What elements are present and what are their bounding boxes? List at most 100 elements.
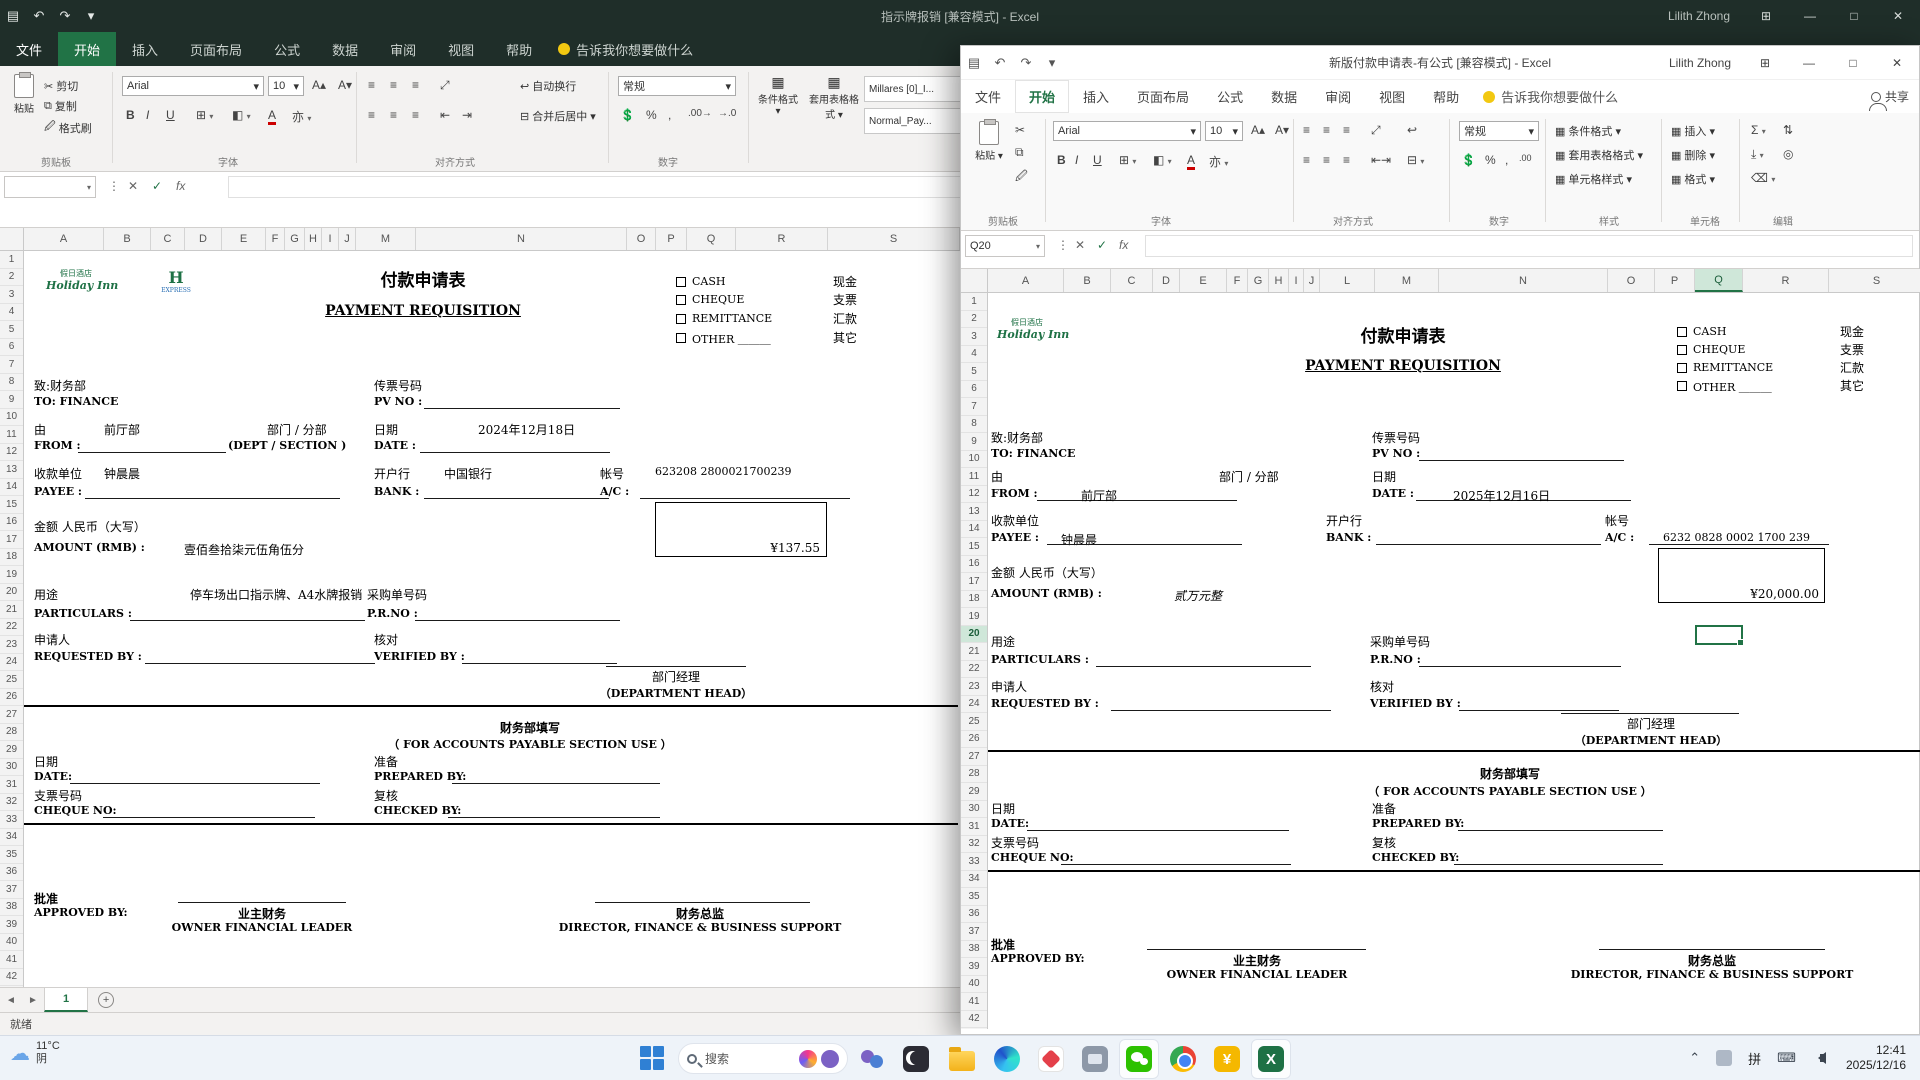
- row-header[interactable]: 30: [0, 759, 23, 777]
- format-as-table-button[interactable]: ▦套用表格格式 ▾: [808, 74, 860, 121]
- underline-button[interactable]: U: [1093, 153, 1102, 167]
- tell-me-box[interactable]: 告诉我你想要做什么: [1483, 87, 1618, 106]
- row-header[interactable]: 40: [961, 976, 987, 994]
- row-header[interactable]: 15: [961, 538, 987, 556]
- row-header[interactable]: 13: [0, 461, 23, 479]
- row-header[interactable]: 4: [0, 304, 23, 322]
- font-size-combo[interactable]: 10▾: [1205, 121, 1243, 141]
- row-header[interactable]: 13: [961, 503, 987, 521]
- row-header[interactable]: 1: [0, 251, 23, 269]
- column-header[interactable]: M: [1375, 269, 1439, 292]
- row-header[interactable]: 34: [961, 871, 987, 889]
- taskbar-chrome[interactable]: [1163, 1039, 1203, 1079]
- ribbon-tab[interactable]: 页面布局: [174, 32, 258, 66]
- row-header[interactable]: 24: [0, 654, 23, 672]
- shrink-font-icon[interactable]: A▾: [1275, 123, 1289, 137]
- save-icon[interactable]: ▤: [0, 8, 26, 24]
- close-button[interactable]: ✕: [1875, 46, 1919, 79]
- row-header[interactable]: 1: [961, 293, 987, 311]
- decrease-decimal-icon[interactable]: →.0: [718, 108, 736, 119]
- touch-keyboard-icon[interactable]: ⌨: [1777, 1050, 1796, 1066]
- minimize-button[interactable]: —: [1788, 0, 1832, 32]
- row-header[interactable]: 16: [0, 514, 23, 532]
- column-header[interactable]: N: [416, 228, 627, 250]
- row-header[interactable]: 12: [961, 486, 987, 504]
- start-button[interactable]: [640, 1046, 666, 1072]
- currency-format-icon[interactable]: 💲: [620, 108, 635, 122]
- increase-indent-icon[interactable]: ⇥: [462, 108, 472, 122]
- row-header[interactable]: 5: [961, 363, 987, 381]
- ribbon-tab[interactable]: 帮助: [1419, 80, 1473, 113]
- row-header[interactable]: 25: [961, 713, 987, 731]
- column-header[interactable]: B: [104, 228, 151, 250]
- row-header[interactable]: 20: [961, 626, 987, 644]
- align-middle-icon[interactable]: ≡: [1323, 123, 1330, 137]
- row-header[interactable]: 31: [961, 818, 987, 836]
- cheque-checkbox[interactable]: [1677, 345, 1687, 355]
- column-header[interactable]: H: [1269, 269, 1289, 292]
- paste-button[interactable]: 粘贴 ▾: [971, 121, 1007, 162]
- quick-access-customize-icon[interactable]: ▾: [78, 8, 104, 24]
- align-center-icon[interactable]: ≡: [390, 108, 397, 122]
- autosum-icon[interactable]: Σ ▾: [1751, 123, 1766, 137]
- row-header[interactable]: 2: [961, 311, 987, 329]
- row-header[interactable]: 27: [0, 706, 23, 724]
- name-box[interactable]: Q20▾: [965, 235, 1045, 257]
- row-header[interactable]: 9: [961, 433, 987, 451]
- sheet-tab[interactable]: 1: [44, 988, 88, 1012]
- ribbon-tab[interactable]: 数据: [316, 32, 374, 66]
- format-as-table-button[interactable]: ▦ 套用表格格式 ▾: [1555, 147, 1643, 163]
- clear-icon[interactable]: ⌫ ▾: [1751, 171, 1775, 185]
- row-header[interactable]: 38: [0, 899, 23, 917]
- row-header[interactable]: 29: [961, 783, 987, 801]
- align-top-icon[interactable]: ≡: [1303, 123, 1310, 137]
- row-header[interactable]: 7: [0, 356, 23, 374]
- row-header[interactable]: 21: [961, 643, 987, 661]
- indent-icons[interactable]: ⇤⇥: [1371, 153, 1391, 167]
- underline-button[interactable]: U: [166, 108, 175, 122]
- row-header[interactable]: 35: [961, 888, 987, 906]
- ribbon-tab[interactable]: 插入: [1069, 80, 1123, 113]
- row-header[interactable]: 12: [0, 444, 23, 462]
- align-bottom-icon[interactable]: ≡: [1343, 123, 1350, 137]
- column-header[interactable]: R: [1743, 269, 1829, 292]
- ribbon-tab[interactable]: 审阅: [1311, 80, 1365, 113]
- column-header[interactable]: J: [339, 228, 356, 250]
- close-button[interactable]: ✕: [1876, 0, 1920, 32]
- redo-icon[interactable]: ↷: [52, 8, 78, 24]
- cancel-icon[interactable]: ✕: [128, 179, 138, 193]
- column-header[interactable]: P: [1655, 269, 1695, 292]
- ribbon-tab[interactable]: 帮助: [490, 32, 548, 66]
- row-header[interactable]: 18: [0, 549, 23, 567]
- maximize-button[interactable]: □: [1832, 0, 1876, 32]
- row-header[interactable]: 19: [0, 566, 23, 584]
- row-header[interactable]: 16: [961, 556, 987, 574]
- column-header[interactable]: I: [1289, 269, 1304, 292]
- phonetic-guide-icon[interactable]: 亦 ▾: [1209, 153, 1228, 170]
- wrap-text-button[interactable]: ↩ 自动换行: [520, 78, 576, 94]
- row-header[interactable]: 28: [0, 724, 23, 742]
- sheet-prev-icon[interactable]: ◄: [0, 995, 22, 1006]
- align-center-icon[interactable]: ≡: [1323, 153, 1330, 167]
- fill-color-icon[interactable]: ◧ ▾: [1153, 153, 1172, 167]
- bold-button[interactable]: B: [126, 108, 135, 122]
- row-header[interactable]: 25: [0, 671, 23, 689]
- number-format-combo[interactable]: 常规▾: [1459, 121, 1539, 141]
- row-header[interactable]: 31: [0, 776, 23, 794]
- row-header[interactable]: 23: [961, 678, 987, 696]
- column-header[interactable]: S: [828, 228, 960, 250]
- column-header[interactable]: A: [24, 228, 104, 250]
- row-header[interactable]: 9: [0, 391, 23, 409]
- row-header[interactable]: 17: [961, 573, 987, 591]
- column-header[interactable]: H: [305, 228, 322, 250]
- row-header[interactable]: 40: [0, 934, 23, 952]
- row-header[interactable]: 10: [961, 451, 987, 469]
- ribbon-tab[interactable]: 公式: [258, 32, 316, 66]
- font-color-icon[interactable]: A: [1187, 153, 1195, 170]
- insert-function-icon[interactable]: fx: [1119, 238, 1128, 252]
- row-header[interactable]: 8: [961, 416, 987, 434]
- grow-font-icon[interactable]: A▴: [1251, 123, 1265, 137]
- tray-app-icon[interactable]: [1716, 1050, 1732, 1066]
- align-top-icon[interactable]: ≡: [368, 78, 375, 92]
- redo-icon[interactable]: ↷: [1013, 55, 1039, 71]
